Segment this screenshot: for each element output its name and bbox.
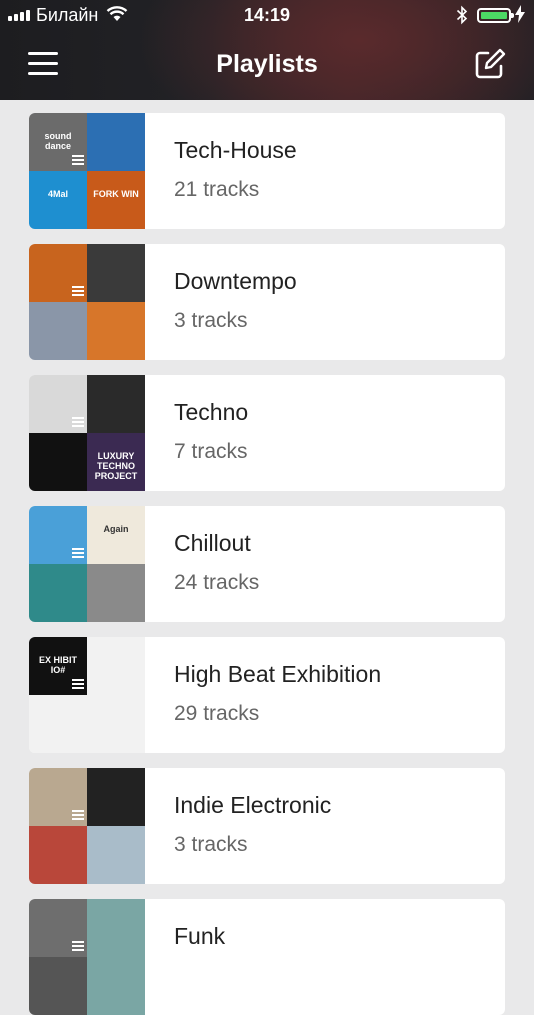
- playlist-icon: [72, 810, 84, 820]
- cover-art-thumbnail: [87, 375, 145, 433]
- playlist-name: High Beat Exhibition: [174, 661, 382, 687]
- playlist-card[interactable]: Downtempo 3 tracks: [29, 244, 505, 360]
- playlist-name: Funk: [174, 923, 226, 949]
- playlist-name: Chillout: [174, 530, 251, 556]
- playlist-icon: [72, 286, 84, 296]
- cover-art-thumbnail: LUXURY TECHNO PROJECT #000: [87, 433, 145, 491]
- cover-art-thumbnail: [29, 302, 87, 360]
- cover-art-thumbnail: [87, 302, 145, 360]
- playlist-cover-mosaic: Again: [29, 506, 145, 622]
- playlist-cover-mosaic: [29, 768, 145, 884]
- playlist-track-count: 29 tracks: [174, 702, 260, 725]
- cover-art-thumbnail: [87, 695, 145, 753]
- playlist-track-count: 3 tracks: [174, 309, 248, 332]
- cover-art-text: FORK WIN: [93, 189, 139, 199]
- cover-art-text: LUXURY TECHNO PROJECT #000: [94, 451, 138, 481]
- playlist-track-count: 21 tracks: [174, 178, 260, 201]
- playlist-icon: [72, 679, 84, 689]
- cover-art-thumbnail: [87, 637, 145, 695]
- cover-art-thumbnail: [87, 826, 145, 884]
- playlist-name: Indie Electronic: [174, 792, 332, 818]
- page-title: Playlists: [216, 50, 318, 78]
- playlist-cover-mosaic: sound dance 4Mal FORK WIN: [29, 113, 145, 229]
- status-bar: Билайн 14:19: [0, 0, 534, 30]
- cover-art-thumbnail: 4Mal: [29, 171, 87, 229]
- cover-art-thumbnail: [87, 244, 145, 302]
- cover-art-thumbnail: [87, 899, 145, 957]
- playlist-cover-mosaic: LUXURY TECHNO PROJECT #000: [29, 375, 145, 491]
- header: Билайн 14:19 Playlists: [0, 0, 534, 100]
- playlist-name: Downtempo: [174, 268, 297, 294]
- cover-art-thumbnail: Again: [87, 506, 145, 564]
- clock: 14:19: [243, 5, 291, 25]
- playlist-card[interactable]: Funk: [29, 899, 505, 1015]
- cover-art-thumbnail: [87, 564, 145, 622]
- playlist-track-count: 3 tracks: [174, 833, 248, 856]
- cover-art-thumbnail: [87, 113, 145, 171]
- playlist-track-count: 24 tracks: [174, 571, 260, 594]
- playlist-card[interactable]: LUXURY TECHNO PROJECT #000 Techno 7 tracks: [29, 375, 505, 491]
- playlist-card[interactable]: EX HIBIT IO# High Beat Exhibition 29 track…: [29, 637, 505, 753]
- battery-icon: [477, 8, 514, 23]
- cover-art-thumbnail: [29, 564, 87, 622]
- playlist-card[interactable]: Again Chillout 24 tracks: [29, 506, 505, 622]
- cover-art-text: sound dance: [44, 131, 72, 151]
- playlist-icon: [72, 155, 84, 165]
- cover-art-text: 4Mal: [47, 189, 68, 199]
- cover-art-thumbnail: [29, 826, 87, 884]
- cover-art-thumbnail: [87, 768, 145, 826]
- playlist-card[interactable]: Indie Electronic 3 tracks: [29, 768, 505, 884]
- playlist-name: Tech-House: [174, 137, 297, 163]
- cover-art-thumbnail: [29, 957, 87, 1015]
- compose-edit-icon[interactable]: [474, 48, 506, 80]
- navigation-bar: Playlists: [0, 30, 534, 100]
- playlist-cover-mosaic: [29, 899, 145, 1015]
- playlist-icon: [72, 548, 84, 558]
- playlist-track-count: 7 tracks: [174, 440, 248, 463]
- playlist-name: Techno: [174, 399, 249, 425]
- playlist-cover-mosaic: EX HIBIT IO#: [29, 637, 145, 753]
- cover-art-thumbnail: FORK WIN: [87, 171, 145, 229]
- cover-art-thumbnail: [87, 957, 145, 1015]
- cover-art-thumbnail: [29, 695, 87, 753]
- charging-bolt-icon: [515, 5, 525, 23]
- playlist-cover-mosaic: [29, 244, 145, 360]
- cover-art-text: EX HIBIT IO#: [38, 655, 77, 675]
- cover-art-thumbnail: [29, 433, 87, 491]
- playlist-icon: [72, 417, 84, 427]
- playlist-card[interactable]: sound dance 4Mal FORK WIN Tech-House 21 trac…: [29, 113, 505, 229]
- bluetooth-icon: [456, 5, 468, 25]
- cover-art-text: Again: [103, 524, 129, 534]
